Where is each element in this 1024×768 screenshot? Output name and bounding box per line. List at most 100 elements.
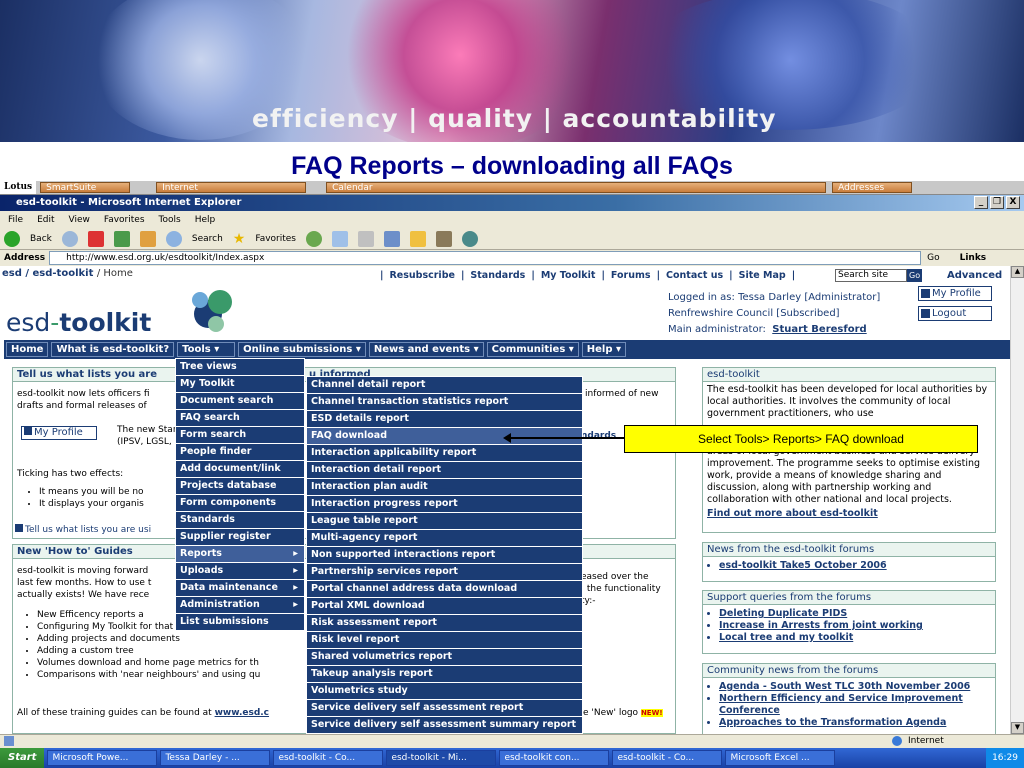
mail-icon[interactable] <box>332 230 348 247</box>
close-button[interactable]: X <box>1006 196 1020 209</box>
report-item[interactable]: Interaction progress report <box>307 496 582 513</box>
report-item[interactable]: Portal channel address data download <box>307 581 582 598</box>
forward-arrow-icon[interactable] <box>61 230 78 247</box>
folder-icon[interactable] <box>410 230 426 247</box>
lotus-item-calendar[interactable]: Calendar <box>326 182 827 193</box>
tools-menu-item[interactable]: Supplier register <box>176 529 304 546</box>
my-profile-button[interactable]: My Profile <box>918 286 992 301</box>
tools-menu-item[interactable]: FAQ search <box>176 410 304 427</box>
support-item[interactable]: Increase in Arrests from joint working <box>719 620 995 632</box>
tools-menu-item[interactable]: Form search <box>176 427 304 444</box>
search-button[interactable]: Search <box>192 234 223 244</box>
tools-menu-item[interactable]: People finder <box>176 444 304 461</box>
breadcrumb-root[interactable]: esd / esd-toolkit <box>2 268 93 279</box>
report-item[interactable]: Service delivery self assessment summary… <box>307 717 582 734</box>
edit-icon[interactable] <box>384 230 400 247</box>
tools-menu-item[interactable]: Document search <box>176 393 304 410</box>
report-item[interactable]: Interaction plan audit <box>307 479 582 496</box>
about-link[interactable]: Find out more about esd-toolkit <box>707 508 878 519</box>
lotus-item-internet[interactable]: Internet <box>156 182 307 193</box>
nav-home[interactable]: Home <box>6 342 49 357</box>
back-button[interactable]: Back <box>30 234 52 244</box>
tools-menu-item[interactable]: List submissions <box>176 614 304 631</box>
lotus-item-addresses[interactable]: Addresses <box>832 182 913 193</box>
report-item[interactable]: Multi-agency report <box>307 530 582 547</box>
logout-button[interactable]: Logout <box>918 306 992 321</box>
back-arrow-icon[interactable] <box>4 230 20 247</box>
report-item[interactable]: Risk assessment report <box>307 615 582 632</box>
support-item[interactable]: Local tree and my toolkit <box>719 632 995 644</box>
minimize-button[interactable]: _ <box>974 196 988 209</box>
tools-menu-item[interactable]: Form components <box>176 495 304 512</box>
restore-button[interactable]: ❐ <box>990 196 1004 209</box>
report-item[interactable]: ESD details report <box>307 411 582 428</box>
tools-menu-item[interactable]: Uploads ▸ <box>176 563 304 580</box>
scroll-down-icon[interactable]: ▼ <box>1011 722 1024 734</box>
address-input[interactable]: http://www.esd.org.uk/esdtoolkit/Index.a… <box>49 251 922 265</box>
community-item[interactable]: Agenda - South West TLC 30th November 20… <box>719 681 995 693</box>
print-icon[interactable] <box>358 230 374 247</box>
report-item[interactable]: Volumetrics study <box>307 683 582 700</box>
tools-menu-item[interactable]: Projects database <box>176 478 304 495</box>
favorites-button[interactable]: Favorites <box>255 234 296 244</box>
menu-help[interactable]: Help <box>195 215 216 225</box>
stop-icon[interactable] <box>87 230 104 247</box>
report-item[interactable]: Shared volumetrics report <box>307 649 582 666</box>
menu-favorites[interactable]: Favorites <box>104 215 145 225</box>
refresh-icon[interactable] <box>113 230 130 247</box>
links-button[interactable]: Links <box>960 253 987 263</box>
scroll-up-icon[interactable]: ▲ <box>1011 266 1024 278</box>
report-item[interactable]: Takeup analysis report <box>307 666 582 683</box>
history-icon[interactable] <box>306 230 322 247</box>
toplink-standards[interactable]: Standards <box>470 270 525 281</box>
task-ie-3[interactable]: esd-toolkit con... <box>499 750 610 766</box>
report-item[interactable]: Service delivery self assessment report <box>307 700 582 717</box>
tools-menu-item[interactable]: Add document/link <box>176 461 304 478</box>
research-icon[interactable] <box>436 230 452 247</box>
task-excel[interactable]: Microsoft Excel ... <box>725 750 836 766</box>
task-powerpoint[interactable]: Microsoft Powe... <box>47 750 158 766</box>
task-ie-active[interactable]: esd-toolkit - Mi... <box>386 750 497 766</box>
tools-menu-item[interactable]: Standards <box>176 512 304 529</box>
menu-tools[interactable]: Tools <box>159 215 181 225</box>
nav-what-is[interactable]: What is esd-toolkit? <box>51 342 175 357</box>
main-admin-link[interactable]: Stuart Beresford <box>772 324 866 335</box>
report-item[interactable]: Interaction detail report <box>307 462 582 479</box>
news-item[interactable]: esd-toolkit Take5 October 2006 <box>719 560 995 572</box>
report-item[interactable]: Interaction applicability report <box>307 445 582 462</box>
lotus-brand[interactable]: Lotus <box>0 181 37 194</box>
report-item[interactable]: Risk level report <box>307 632 582 649</box>
nav-tools[interactable]: Tools ▾ <box>177 342 236 357</box>
nav-news-events[interactable]: News and events ▾ <box>368 342 484 357</box>
nav-communities[interactable]: Communities ▾ <box>486 342 579 357</box>
community-item[interactable]: Approaches to the Transformation Agenda <box>719 717 995 729</box>
tools-menu-item[interactable]: Data maintenance ▸ <box>176 580 304 597</box>
site-search-go-button[interactable]: Go <box>907 269 923 282</box>
howto-link[interactable]: www.esd.c <box>215 708 269 718</box>
toplink-sitemap[interactable]: Site Map <box>739 270 786 281</box>
advanced-search-link[interactable]: Advanced <box>947 270 1002 281</box>
tell-us-my-profile-button[interactable]: My Profile <box>21 426 97 440</box>
toplink-contact[interactable]: Contact us <box>666 270 723 281</box>
community-item[interactable]: Northern Efficiency and Service Improvem… <box>719 693 995 717</box>
menu-edit[interactable]: Edit <box>37 215 54 225</box>
go-button[interactable]: Go <box>927 253 939 263</box>
nav-online-submissions[interactable]: Online submissions ▾ <box>238 342 366 357</box>
report-item[interactable]: Portal XML download <box>307 598 582 615</box>
search-icon[interactable] <box>165 230 182 247</box>
nav-help[interactable]: Help ▾ <box>581 342 627 357</box>
lotus-item-smartsuite[interactable]: SmartSuite <box>40 182 131 193</box>
toplink-resubscribe[interactable]: Resubscribe <box>389 270 454 281</box>
messenger-icon[interactable] <box>462 230 478 247</box>
menu-file[interactable]: File <box>8 215 23 225</box>
home-icon[interactable] <box>139 230 156 247</box>
report-item[interactable]: Non supported interactions report <box>307 547 582 564</box>
task-ie-1[interactable]: esd-toolkit - Co... <box>273 750 384 766</box>
tools-menu-item-reports[interactable]: Reports ▸ <box>176 546 304 563</box>
report-item[interactable]: League table report <box>307 513 582 530</box>
report-item[interactable]: Channel transaction statistics report <box>307 394 582 411</box>
esd-toolkit-logo[interactable]: esd-toolkit <box>6 308 151 337</box>
toplink-my-toolkit[interactable]: My Toolkit <box>541 270 596 281</box>
menu-view[interactable]: View <box>69 215 90 225</box>
task-ie-4[interactable]: esd-toolkit - Co... <box>612 750 723 766</box>
